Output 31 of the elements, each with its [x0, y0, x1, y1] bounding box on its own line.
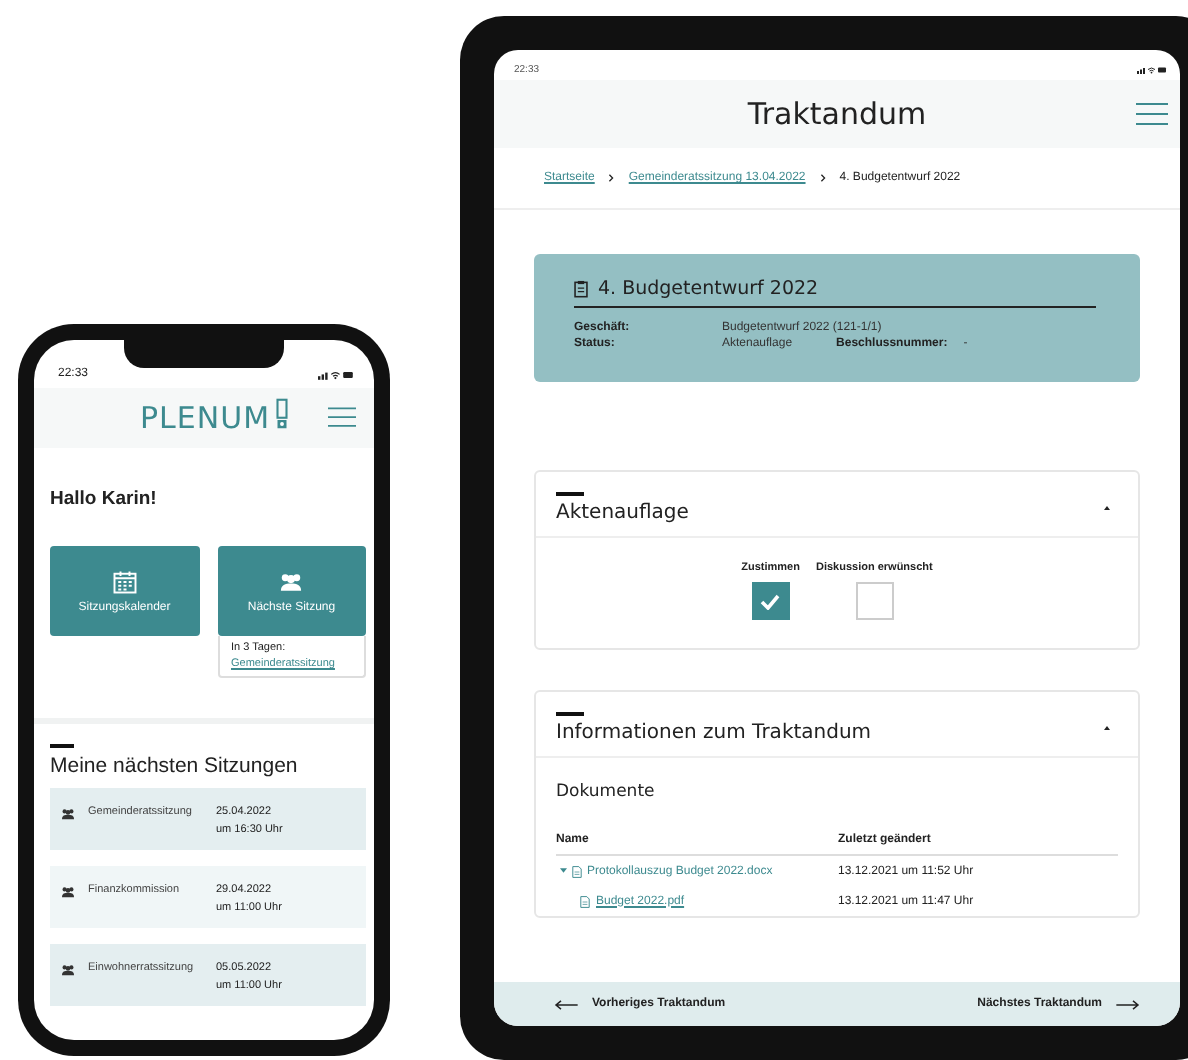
people-icon: [278, 569, 305, 593]
page-title: Traktandum: [747, 96, 927, 132]
checkbox[interactable]: [855, 582, 894, 620]
caret-icon[interactable]: [1104, 726, 1110, 730]
greeting: Hallo Karin!: [50, 488, 159, 510]
section-title: Informationen zum Traktandum: [556, 722, 872, 744]
arrow-right-icon: [1116, 999, 1140, 1009]
chevron-right-icon: [608, 174, 615, 182]
document-icon: [571, 865, 581, 877]
clipboard-icon: [574, 280, 588, 298]
menu-icon[interactable]: [328, 406, 356, 428]
section-title: Meine nächsten Sitzungen: [50, 754, 300, 778]
check-icon: [760, 593, 781, 609]
expand-arrow-icon[interactable]: [560, 868, 567, 874]
people-icon: [60, 886, 76, 898]
arrow-left-icon: [554, 999, 578, 1009]
people-icon: [60, 964, 76, 976]
document-icon: [580, 895, 590, 907]
menu-icon[interactable]: [1136, 102, 1168, 126]
section-title: Aktenauflage: [556, 502, 689, 524]
agenda-item-title: 4. Budgetentwurf 2022: [598, 278, 819, 300]
chevron-right-icon: [819, 174, 826, 182]
logo-mark-icon: [276, 396, 289, 432]
app-logo: PLENUM: [139, 400, 271, 436]
checkbox[interactable]: [751, 582, 790, 620]
calendar-icon: [111, 569, 138, 593]
people-icon: [60, 808, 76, 820]
caret-icon[interactable]: [1104, 506, 1110, 510]
status-icons: [1136, 65, 1168, 73]
subheading: Dokumente: [556, 782, 657, 802]
status-icons: [318, 369, 354, 379]
